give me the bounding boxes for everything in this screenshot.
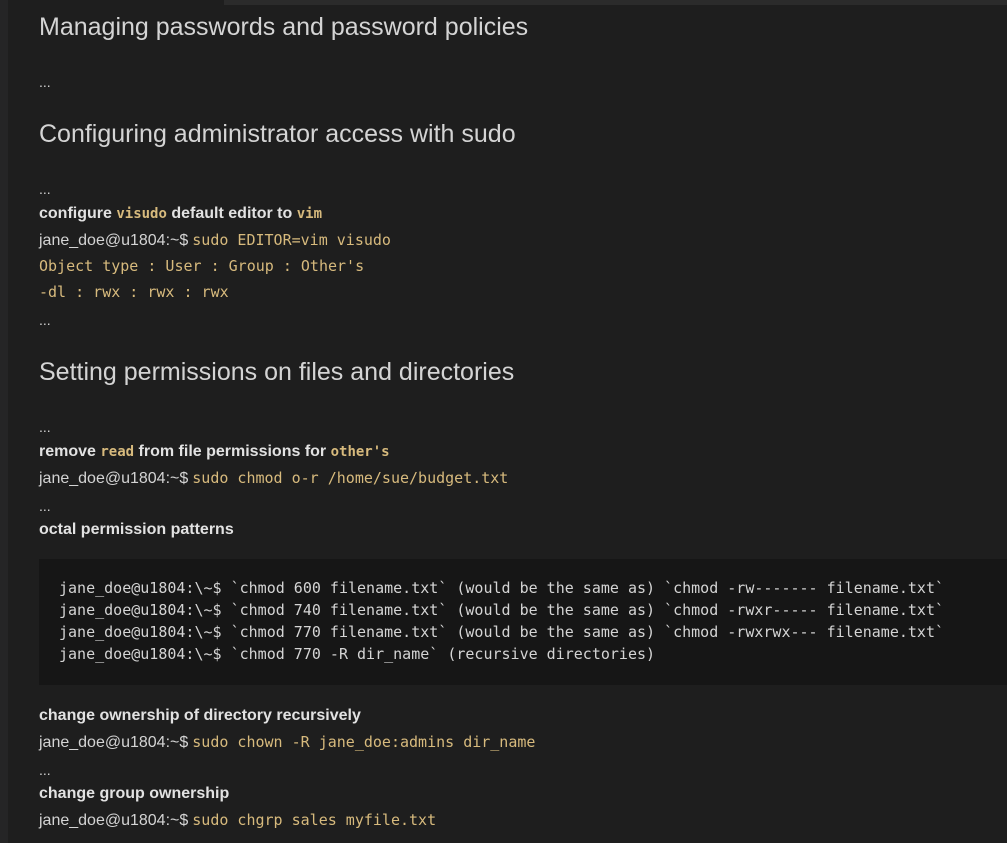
ellipsis-sudo-top: ... <box>39 181 51 197</box>
note-text: configure <box>39 205 112 222</box>
note-text: default editor to <box>171 205 293 222</box>
code-line: jane_doe@u1804:\~$ `chmod 740 filename.t… <box>59 601 945 619</box>
inline-code-visudo: visudo <box>116 206 167 222</box>
code-line: jane_doe@u1804:\~$ `chmod 600 filename.t… <box>59 579 945 597</box>
ellipsis-sudo-bottom: ... <box>39 312 51 328</box>
ellipsis-permissions-top: ... <box>39 419 51 435</box>
inline-code-vim: vim <box>296 206 323 222</box>
code-block-octal[interactable]: jane_doe@u1804:\~$ `chmod 600 filename.t… <box>39 559 1007 685</box>
code-line: jane_doe@u1804:\~$ `chmod 770 filename.t… <box>59 623 945 641</box>
command-line-visudo: jane_doe@u1804:~$ sudo EDITOR=vim visudo <box>39 230 391 251</box>
ellipsis-passwords: ... <box>39 74 51 90</box>
inline-code-others: other's <box>330 444 390 460</box>
chgrp-heading: change group ownership <box>39 785 230 802</box>
command-text: sudo chmod o-r /home/sue/budget.txt <box>192 469 509 487</box>
command-line-chown: jane_doe@u1804:~$ sudo chown -R jane_doe:… <box>39 732 535 753</box>
output-line: Object type : User : Group : Other's <box>39 257 365 275</box>
heading-passwords: Managing passwords and password policies <box>39 13 529 41</box>
command-line-chmod: jane_doe@u1804:~$ sudo chmod o-r /home/su… <box>39 468 508 489</box>
inline-code-read: read <box>100 444 135 460</box>
shell-prompt: jane_doe@u1804:~$ <box>39 812 189 829</box>
note-text: remove <box>39 443 96 460</box>
command-text: sudo EDITOR=vim visudo <box>192 231 391 249</box>
octal-heading: octal permission patterns <box>39 521 234 538</box>
heading-sudo: Configuring administrator access with su… <box>39 120 516 148</box>
heading-permissions: Setting permissions on files and directo… <box>39 358 515 386</box>
command-text: sudo chown -R jane_doe:admins dir_name <box>192 733 536 751</box>
output-line: -dl : rwx : rwx : rwx <box>39 283 229 301</box>
chown-heading: change ownership of directory recursivel… <box>39 707 361 724</box>
command-text: sudo chgrp sales myfile.txt <box>192 811 437 829</box>
note-text: from file permissions for <box>138 443 327 460</box>
left-gutter <box>0 0 8 843</box>
shell-prompt: jane_doe@u1804:~$ <box>39 470 189 487</box>
code-line: jane_doe@u1804:\~$ `chmod 770 -R dir_nam… <box>59 645 656 663</box>
note-visudo-editor: configure visudo default editor to vim <box>39 204 322 224</box>
markdown-preview[interactable]: Managing passwords and password policies… <box>39 0 1007 843</box>
command-line-chgrp: jane_doe@u1804:~$ sudo chgrp sales myfile… <box>39 810 436 831</box>
shell-prompt: jane_doe@u1804:~$ <box>39 232 189 249</box>
ellipsis-permissions-mid: ... <box>39 498 51 514</box>
shell-prompt: jane_doe@u1804:~$ <box>39 734 189 751</box>
ellipsis-after-chown: ... <box>39 762 51 778</box>
note-remove-read: remove read from file permissions for ot… <box>39 442 390 462</box>
